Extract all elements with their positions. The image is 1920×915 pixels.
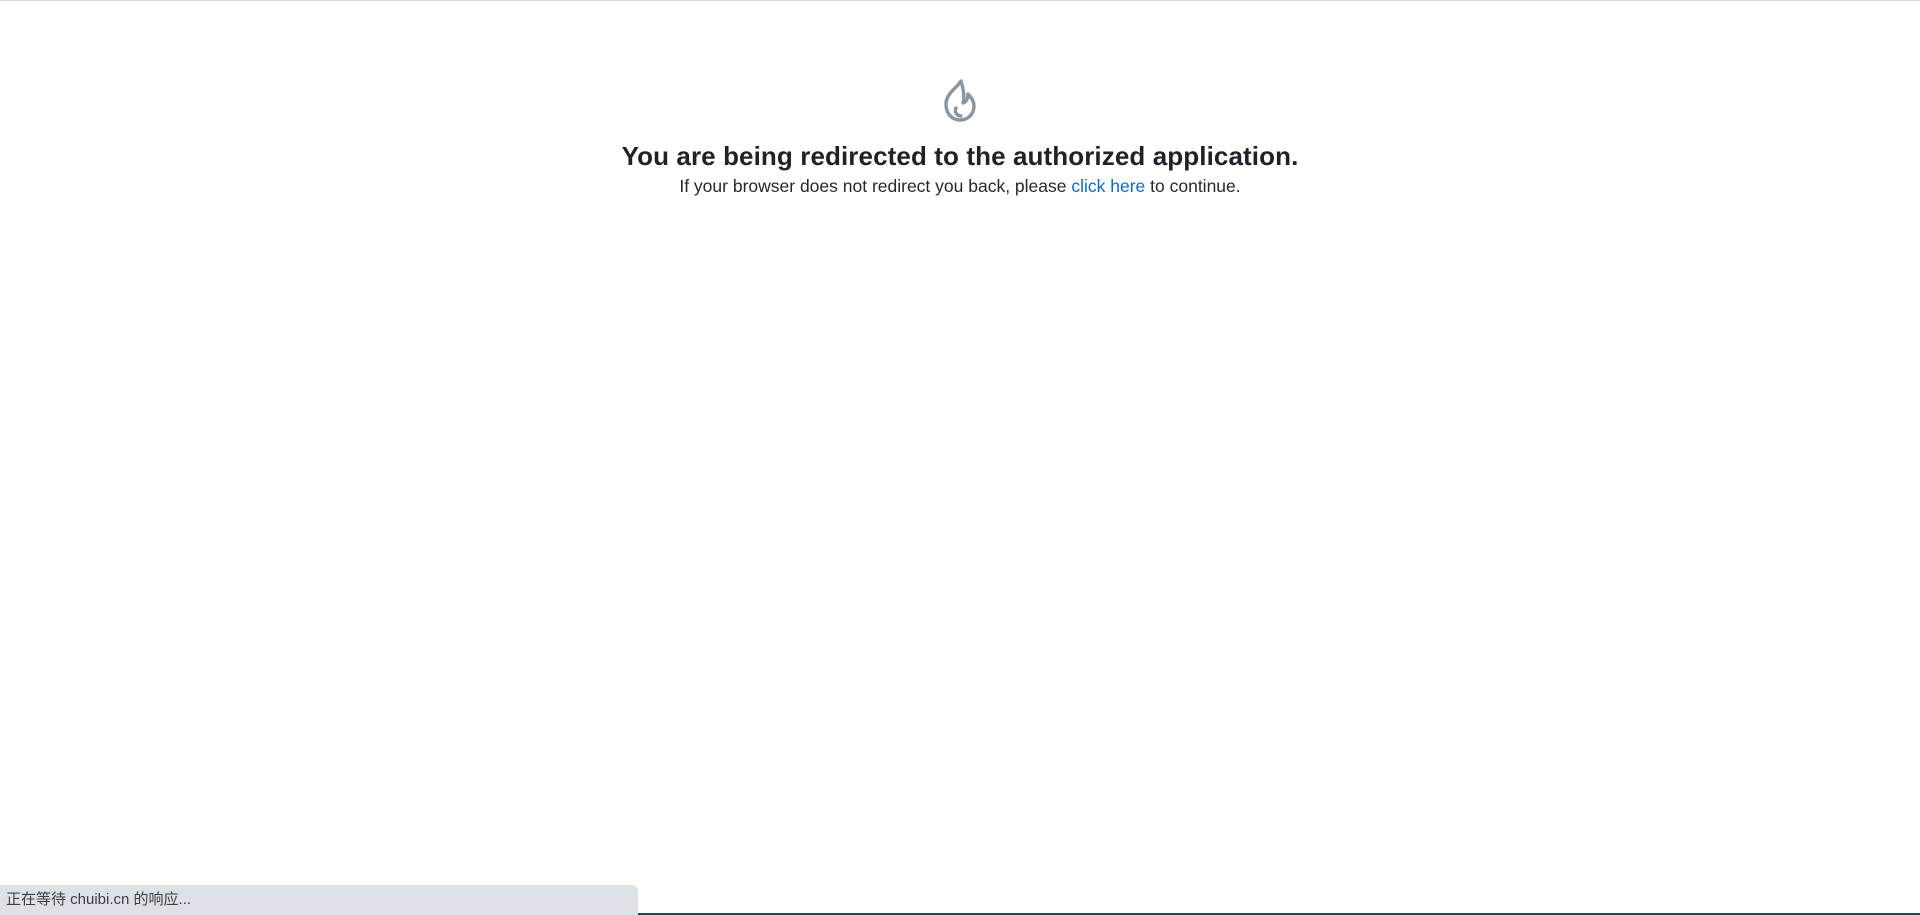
message-text-after: to continue. xyxy=(1145,176,1241,196)
message-text-before: If your browser does not redirect you ba… xyxy=(679,176,1072,196)
click-here-link[interactable]: click here xyxy=(1071,176,1145,196)
flame-icon xyxy=(939,78,981,122)
redirect-message: If your browser does not redirect you ba… xyxy=(0,173,1920,199)
browser-status-bar: 正在等待 chuibi.cn 的响应... xyxy=(0,885,638,915)
top-border xyxy=(0,0,1920,1)
page-title: You are being redirected to the authoriz… xyxy=(621,141,1299,171)
redirect-panel: You are being redirected to the authoriz… xyxy=(0,78,1920,199)
